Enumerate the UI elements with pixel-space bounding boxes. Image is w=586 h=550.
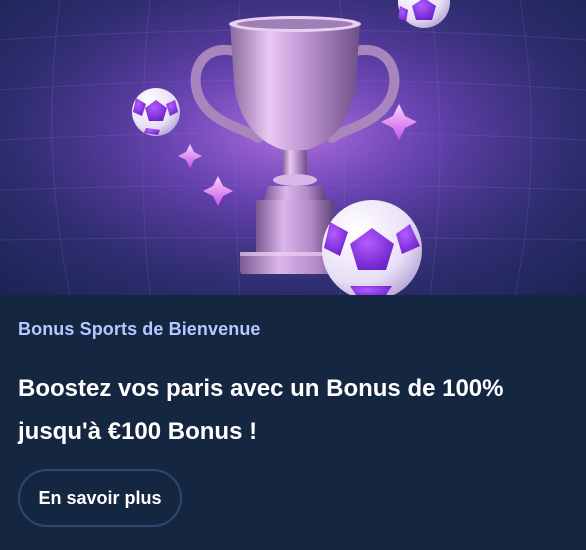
promo-card: Bonus Sports de Bienvenue Boostez vos pa… [0,0,586,550]
promo-headline: Boostez vos paris avec un Bonus de 100% … [18,375,504,445]
learn-more-button[interactable]: En savoir plus [18,469,182,527]
promo-category-label: Bonus Sports de Bienvenue [18,319,261,339]
trophy-illustration [0,0,586,295]
promo-content: Bonus Sports de Bienvenue Boostez vos pa… [0,295,586,550]
hero-image [0,0,586,295]
